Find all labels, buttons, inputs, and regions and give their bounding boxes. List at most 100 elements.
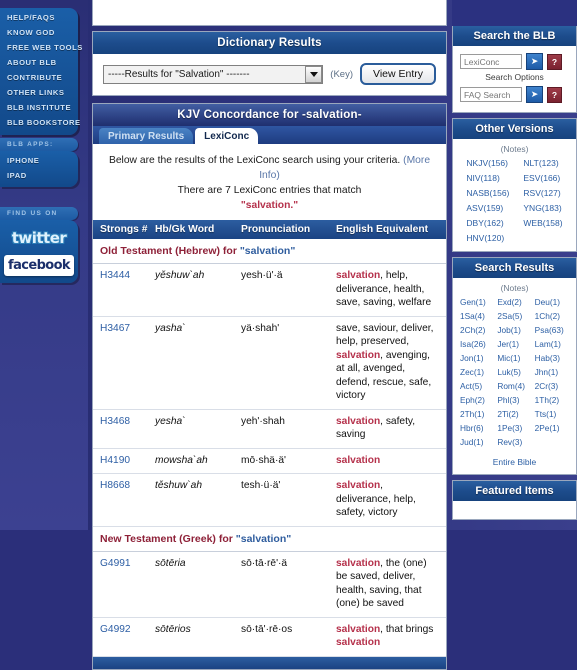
table-row[interactable]: H3468 yesha` yeh'·shah salvation, safety, s… [93,409,446,449]
version-link[interactable]: NKJV(156) [466,158,509,168]
question-mark-icon[interactable]: ? [547,86,562,103]
cell-word: mowsha`ah [155,454,208,466]
cell-strongs[interactable]: H8668 [93,479,155,520]
section-heading-prefix: New Testament (Greek) for [100,532,236,545]
book-result-link[interactable]: 2Sa(5) [497,311,532,321]
book-result-link[interactable]: Deu(1) [535,297,570,307]
nav-item-contribute[interactable]: Contribute [0,70,78,85]
tab-primary-results[interactable]: Primary Results [99,128,194,144]
table-row[interactable]: H8668 tĕshuw`ah tesh·ü·ä' salvation, delive… [93,474,446,527]
table-row[interactable]: G4991 sōtēria sō·tā·rē'·ä salvation, the (o… [93,551,446,618]
version-link[interactable]: RSV(127) [523,188,562,198]
other-versions-notes-link[interactable]: (Notes) [453,139,576,158]
tab-lexiconc[interactable]: LexiConc [195,128,259,144]
cell-strongs[interactable]: G4991 [93,557,155,611]
version-link[interactable]: YNG(183) [523,203,562,213]
book-result-link[interactable]: Tts(1) [535,409,570,419]
faq-search-row: ➤ ? [453,85,576,112]
cell-word: tĕshuw`ah [155,480,203,491]
lexiconc-search-row: ➤ ? [453,46,576,70]
arrow-right-icon[interactable]: ➤ [526,53,543,70]
book-result-link[interactable]: Lam(1) [535,339,570,349]
cell-strongs[interactable]: H3467 [93,322,155,403]
nav-item-blb-institute[interactable]: BLB Institute [0,100,78,115]
cell-strongs[interactable]: H4190 [93,454,155,468]
version-link[interactable]: HNV(120) [466,233,509,243]
book-result-link[interactable]: 2Ti(2) [497,409,532,419]
versions-column-2: NLT(123) ESV(166) RSV(127) YNG(183) WEB(158) [523,158,562,243]
table-row[interactable]: G4992 sōtērios sō·tā'·rē·os salvation, that… [93,617,446,657]
nav-item-blb-bookstore[interactable]: BLB Bookstore [0,115,80,130]
book-result-link[interactable]: Act(5) [460,381,495,391]
table-row[interactable]: H3444 yĕshuw`ah yesh·ü'·ä salvation, help, … [93,264,446,317]
book-result-link[interactable]: Rom(4) [497,381,532,391]
app-item-iphone[interactable]: iPhone [0,153,78,168]
book-result-link[interactable]: Hbr(6) [460,423,495,433]
version-link[interactable]: NIV(118) [466,173,509,183]
cell-strongs[interactable]: H3468 [93,415,155,442]
cell-word: yesha` [155,415,186,427]
cell-strongs[interactable]: G4992 [93,623,155,650]
book-result-link[interactable]: Jer(1) [497,339,532,349]
book-result-link[interactable]: 2Th(1) [460,409,495,419]
cell-english-equivalent: salvation, deliverance, help, safety, vi… [336,480,416,518]
book-result-link[interactable]: 2Ch(2) [460,325,495,335]
section-heading-term: "salvation" [239,245,296,257]
book-result-link[interactable]: Rev(3) [497,437,532,447]
search-results-notes-link[interactable]: (Notes) [453,278,576,297]
facebook-button[interactable]: facebook [4,255,74,276]
book-result-link[interactable]: Zec(1) [460,367,495,377]
book-result-link[interactable]: 1Sa(4) [460,311,495,321]
nav-item-help-faqs[interactable]: Help/FAQs [0,10,78,25]
col-english: English Equivalent [336,224,429,235]
dictionary-results-select[interactable]: -----Results for "Salvation" ------- [103,64,324,84]
nav-item-other-links[interactable]: Other Links [0,85,78,100]
book-result-link[interactable]: Exd(2) [497,297,532,307]
col-strongs: Strongs # [100,224,148,235]
twitter-button[interactable]: twitter [3,225,75,251]
app-item-ipad[interactable]: iPad [0,168,78,183]
nav-item-about-blb[interactable]: About BLB [0,55,78,70]
version-link[interactable]: ASV(159) [466,203,509,213]
version-link[interactable]: NLT(123) [523,158,562,168]
table-row[interactable]: H4190 mowsha`ah mō·shä·ä' salvation [93,448,446,474]
arrow-right-icon[interactable]: ➤ [526,86,543,103]
table-row[interactable]: H3467 yasha` yä·shah' save, saviour, delive… [93,316,446,410]
featured-items-body [453,501,576,519]
book-result-link[interactable]: Jud(1) [460,437,495,447]
nav-item-free-web-tools[interactable]: Free Web Tools [0,40,82,55]
book-result-link[interactable]: Luk(5) [497,367,532,377]
book-result-link[interactable]: 1Th(2) [535,395,570,405]
book-result-link[interactable]: 2Cr(3) [535,381,570,391]
entire-bible-link[interactable]: Entire Bible [453,453,576,474]
book-result-link[interactable]: Gen(1) [460,297,495,307]
question-mark-icon[interactable]: ? [547,53,562,70]
book-result-link[interactable]: Eph(2) [460,395,495,405]
book-result-link[interactable]: Mic(1) [497,353,532,363]
book-result-link[interactable]: Job(1) [497,325,532,335]
cell-strongs[interactable]: H3444 [93,269,155,310]
version-link[interactable]: WEB(158) [523,218,562,228]
search-blb-panel: Search the BLB ➤ ? Search Options ➤ ? [452,26,577,113]
book-result-link[interactable]: 2Pe(1) [535,423,570,433]
book-result-link[interactable]: 1Ch(2) [535,311,570,321]
nav-item-know-god[interactable]: Know God [0,25,78,40]
lexiconc-search-input[interactable] [460,54,522,69]
book-result-link[interactable]: Jhn(1) [535,367,570,377]
version-link[interactable]: DBY(162) [466,218,509,228]
book-result-link[interactable]: Psa(63) [535,325,570,335]
version-link[interactable]: NASB(156) [466,188,509,198]
book-result-link[interactable]: Jon(1) [460,353,495,363]
book-result-link[interactable]: Phl(3) [497,395,532,405]
book-result-link[interactable]: Isa(26) [460,339,495,349]
book-result-link[interactable]: 1Pe(3) [497,423,532,433]
lexiconc-blurb: Below are the results of the LexiConc se… [93,144,446,220]
search-options-link[interactable]: Search Options [453,70,576,85]
cell-english-equivalent: save, saviour, deliver, help, preserved,… [336,322,434,402]
version-link[interactable]: ESV(166) [523,173,562,183]
cell-english-equivalent: salvation, that brings salvation [336,623,434,649]
faq-search-input[interactable] [460,87,522,102]
book-results-grid: Gen(1) Exd(2) Deu(1) 1Sa(4) 2Sa(5) 1Ch(2) 2Ch(… [453,297,576,453]
view-entry-button[interactable]: View Entry [360,63,436,85]
book-result-link[interactable]: Hab(3) [535,353,570,363]
